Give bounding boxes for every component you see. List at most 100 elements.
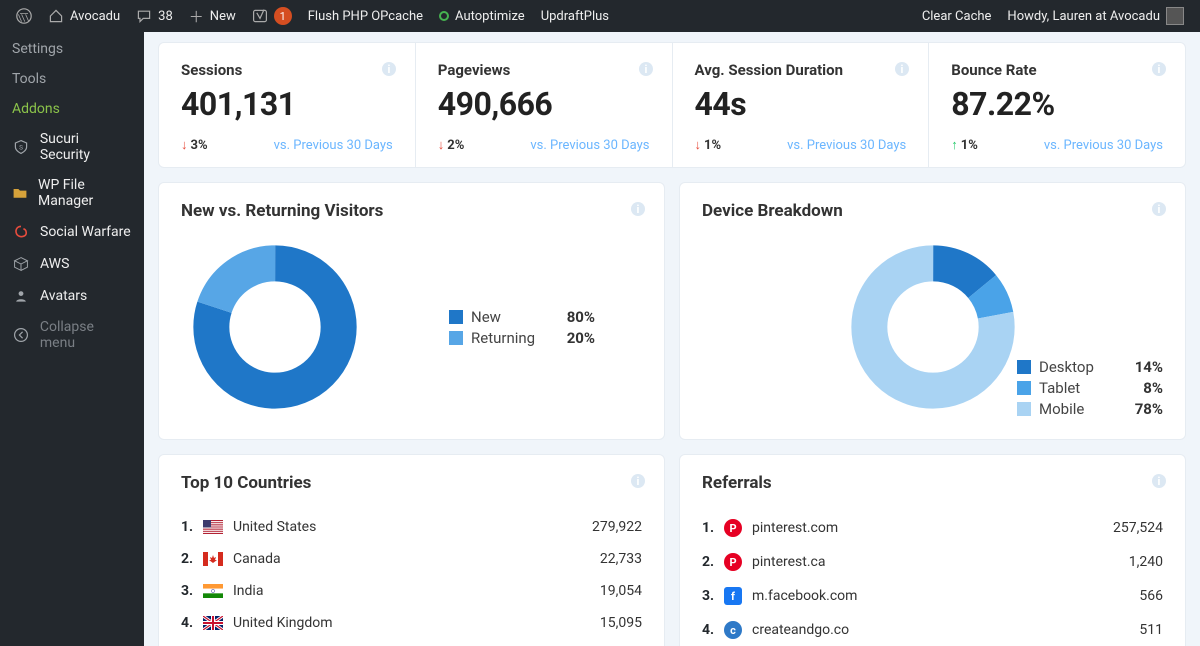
stat-value: 44s <box>695 85 907 123</box>
info-icon[interactable]: i <box>1151 473 1167 493</box>
svg-text:i: i <box>387 63 390 76</box>
comments-link[interactable]: 38 <box>128 0 181 32</box>
referral-name: pinterest.com <box>752 520 1113 536</box>
panel-title: New vs. Returning Visitors <box>159 183 664 239</box>
facebook-icon: f <box>724 587 742 605</box>
count: 566 <box>1139 588 1163 604</box>
svg-text:i: i <box>637 475 640 488</box>
stat-card: Sessions i 401,131 ↓ 3% vs. Previous 30 … <box>159 43 416 167</box>
shield-icon: S <box>12 138 30 156</box>
autoptimize-link[interactable]: Autoptimize <box>431 0 533 32</box>
list-item: 3. f m.facebook.com 566 <box>702 579 1163 613</box>
legend-swatch <box>449 331 463 345</box>
count: 19,054 <box>600 583 642 599</box>
country-name: India <box>233 583 600 599</box>
visitors-donut <box>191 243 359 411</box>
info-icon[interactable]: i <box>894 61 910 81</box>
rank: 1. <box>181 519 203 535</box>
sidebar-item[interactable]: Tools <box>0 64 144 94</box>
sidebar-item-label: Settings <box>12 41 63 57</box>
legend-name: Tablet <box>1039 379 1119 397</box>
comment-icon <box>136 8 152 24</box>
sidebar-item-label: Tools <box>12 71 46 87</box>
previous-period-link[interactable]: vs. Previous 30 Days <box>1044 138 1163 153</box>
updraft-link[interactable]: UpdraftPlus <box>533 0 617 32</box>
svg-text:S: S <box>19 143 23 151</box>
flag-icon <box>203 552 223 566</box>
legend-name: Returning <box>471 329 551 347</box>
stat-title: Bounce Rate <box>951 61 1163 79</box>
clear-cache-link[interactable]: Clear Cache <box>914 0 1000 32</box>
folder-icon <box>12 184 28 202</box>
info-icon[interactable]: i <box>630 201 646 221</box>
list-item: 1. P pinterest.com 257,524 <box>702 511 1163 545</box>
site-name: Avocadu <box>70 9 120 24</box>
new-link[interactable]: ＋ New <box>181 0 244 32</box>
admin-sidebar: Settings Tools Addons S Sucuri Security WP Fi… <box>0 32 144 646</box>
sidebar-item[interactable]: AWS <box>0 248 144 280</box>
svg-text:i: i <box>1158 203 1161 216</box>
sidebar-item[interactable]: Settings <box>0 34 144 64</box>
sidebar-item[interactable]: Social Warfare <box>0 216 144 248</box>
stat-title: Pageviews <box>438 61 650 79</box>
site-link[interactable]: Avocadu <box>40 0 128 32</box>
info-icon[interactable]: i <box>638 61 654 81</box>
device-panel: Device Breakdown i Desktop 14% Tablet 8%… <box>679 182 1186 440</box>
wordpress-icon <box>16 8 32 24</box>
info-icon[interactable]: i <box>1151 201 1167 221</box>
sidebar-item[interactable]: S Sucuri Security <box>0 124 144 170</box>
stat-card: Pageviews i 490,666 ↓ 2% vs. Previous 30… <box>416 43 673 167</box>
sidebar-item[interactable]: Avatars <box>0 280 144 312</box>
yoast-link[interactable]: 1 <box>244 0 300 32</box>
dashboard-main: Sessions i 401,131 ↓ 3% vs. Previous 30 … <box>144 32 1200 646</box>
count: 257,524 <box>1113 520 1163 536</box>
rank: 1. <box>702 520 724 536</box>
country-name: United Kingdom <box>233 615 600 631</box>
legend-value: 8% <box>1119 379 1163 397</box>
flag-icon <box>203 616 223 630</box>
wp-logo[interactable] <box>8 0 40 32</box>
stat-card: Bounce Rate i 87.22% ↑ 1% vs. Previous 3… <box>929 43 1185 167</box>
sidebar-item-label: Sucuri Security <box>40 131 132 163</box>
stat-value: 87.22% <box>951 85 1163 123</box>
device-donut <box>849 243 1017 411</box>
list-item: 4. c createandgo.co 511 <box>702 613 1163 646</box>
info-icon[interactable]: i <box>381 61 397 81</box>
device-legend: Desktop 14% Tablet 8% Mobile 78% <box>1017 355 1163 421</box>
list-item: 1. United States 279,922 <box>181 511 642 543</box>
count: 511 <box>1139 622 1163 638</box>
visitors-legend: New 80% Returning 20% <box>449 305 595 350</box>
legend-item: New 80% <box>449 308 595 326</box>
svg-text:i: i <box>901 63 904 76</box>
avatar-icon <box>1166 7 1184 25</box>
rank: 2. <box>702 554 724 570</box>
previous-period-link[interactable]: vs. Previous 30 Days <box>787 138 906 153</box>
new-label: New <box>210 9 236 24</box>
sidebar-item[interactable]: Collapse menu <box>0 312 144 358</box>
list-item: 3. India 19,054 <box>181 575 642 607</box>
stat-value: 401,131 <box>181 85 393 123</box>
pinterest-icon: P <box>724 519 742 537</box>
arrow-up-icon: ↑ <box>951 137 958 153</box>
list-item: 5. Australia 8,751 <box>181 639 642 646</box>
sidebar-item[interactable]: WP File Manager <box>0 170 144 216</box>
list-item: 2. P pinterest.ca 1,240 <box>702 545 1163 579</box>
stat-value: 490,666 <box>438 85 650 123</box>
flush-link[interactable]: Flush PHP OPcache <box>300 0 431 32</box>
svg-text:i: i <box>644 63 647 76</box>
previous-period-link[interactable]: vs. Previous 30 Days <box>530 138 649 153</box>
rank: 3. <box>702 588 724 604</box>
home-icon <box>48 8 64 24</box>
plus-icon: ＋ <box>189 6 204 27</box>
list-item: 4. United Kingdom 15,095 <box>181 607 642 639</box>
referral-name: pinterest.ca <box>752 554 1129 570</box>
sidebar-item-label: Avatars <box>40 288 87 304</box>
arrow-down-icon: ↓ <box>438 137 445 153</box>
sidebar-item[interactable]: Addons <box>0 94 144 124</box>
info-icon[interactable]: i <box>630 473 646 493</box>
info-icon[interactable]: i <box>1151 61 1167 81</box>
stat-title: Sessions <box>181 61 393 79</box>
account-link[interactable]: Howdy, Lauren at Avocadu <box>999 0 1192 32</box>
previous-period-link[interactable]: vs. Previous 30 Days <box>274 138 393 153</box>
stat-delta: ↓ 3% <box>181 137 208 153</box>
